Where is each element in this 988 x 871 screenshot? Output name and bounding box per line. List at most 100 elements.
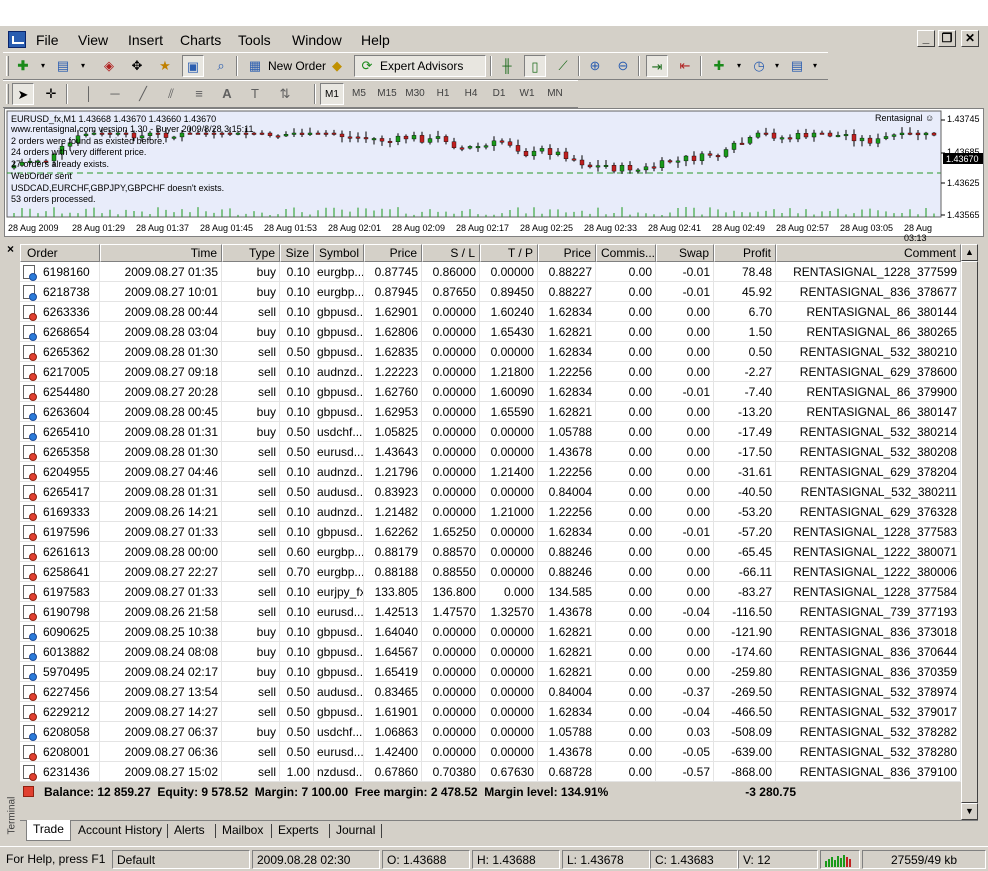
timeframe-d1[interactable]: D1 [486, 83, 512, 105]
vertical-scrollbar[interactable]: ▲ ▼ [961, 244, 978, 820]
column-header[interactable]: Swap [656, 244, 714, 262]
equidistant-channel-icon[interactable]: ⫽ [160, 83, 182, 105]
table-row[interactable]: 6265410 2009.08.28 01:31 buy 0.50 usdchf... 1… [20, 422, 961, 442]
column-header[interactable]: Comment [776, 244, 961, 262]
trendline-icon[interactable]: ╱ [132, 83, 154, 105]
column-header[interactable]: Price [538, 244, 596, 262]
column-header[interactable]: Symbol [314, 244, 364, 262]
arrows-icon[interactable]: ⇅ [274, 83, 296, 105]
restore-icon[interactable]: ❐ [938, 30, 956, 47]
tab-mailbox[interactable]: Mailbox [216, 821, 269, 841]
table-row[interactable]: 6197583 2009.08.27 01:33 sell 0.10 eurjpy_fx… [20, 582, 961, 602]
scroll-down-icon[interactable]: ▼ [961, 803, 978, 820]
tab-journal[interactable]: Journal [330, 821, 381, 841]
line-chart-icon[interactable]: ⟋ [552, 55, 574, 77]
column-header[interactable]: T / P [480, 244, 538, 262]
crosshair-icon[interactable]: ✛ [40, 83, 62, 105]
bar-chart-icon[interactable]: ╫ [496, 55, 518, 77]
profiles-icon[interactable]: ▤ [52, 55, 74, 77]
timeframe-m15[interactable]: M15 [374, 83, 400, 105]
menu-view[interactable]: View [74, 30, 112, 50]
table-row[interactable]: 6197596 2009.08.27 01:33 sell 0.10 gbpusd...… [20, 522, 961, 542]
table-row[interactable]: 6254480 2009.08.27 20:28 sell 0.10 gbpusd...… [20, 382, 961, 402]
metaeditor-icon[interactable]: ◆ [326, 55, 348, 77]
close-icon[interactable]: ✕ [961, 30, 979, 47]
minimize-icon[interactable]: _ [917, 30, 935, 47]
column-header[interactable]: Commis... [596, 244, 656, 262]
vertical-line-icon[interactable]: │ [78, 83, 100, 105]
table-row[interactable]: 6208001 2009.08.27 06:36 sell 0.50 eurusd...… [20, 742, 961, 762]
table-row[interactable]: 6263604 2009.08.28 00:45 buy 0.10 gbpusd... 1… [20, 402, 961, 422]
column-header[interactable]: Price [364, 244, 422, 262]
timeframe-mn[interactable]: MN [542, 83, 568, 105]
table-row[interactable]: 6265362 2009.08.28 01:30 sell 0.50 gbpusd...… [20, 342, 961, 362]
timeframe-h1[interactable]: H1 [430, 83, 456, 105]
indicators-icon[interactable]: ✚ [708, 55, 730, 77]
timeframe-m30[interactable]: M30 [402, 83, 428, 105]
column-header[interactable]: Time [100, 244, 222, 262]
table-row[interactable]: 6268654 2009.08.28 03:04 buy 0.10 gbpusd... 1… [20, 322, 961, 342]
column-header[interactable]: S / L [422, 244, 480, 262]
table-row[interactable]: 6090625 2009.08.25 10:38 buy 0.10 gbpusd... 1… [20, 622, 961, 642]
table-row[interactable]: 6204955 2009.08.27 04:46 sell 0.10 audnzd...… [20, 462, 961, 482]
tab-alerts[interactable]: Alerts [168, 821, 211, 841]
chart-shift-icon[interactable]: ⇤ [674, 55, 696, 77]
text-icon[interactable]: A [216, 83, 238, 105]
dropdown-arrow-icon[interactable]: ▾ [728, 55, 750, 77]
fibonacci-icon[interactable]: ≡ [188, 83, 210, 105]
column-header[interactable]: Size [280, 244, 314, 262]
terminal-close-icon[interactable]: × [7, 242, 14, 256]
table-row[interactable]: 6231436 2009.08.27 15:02 sell 1.00 nzdusd...… [20, 762, 961, 782]
tab-trade[interactable]: Trade [26, 820, 71, 841]
table-row[interactable]: 6198160 2009.08.27 01:35 buy 0.10 eurgbp... 0… [20, 262, 961, 282]
table-row[interactable]: 6190798 2009.08.26 21:58 sell 0.10 eurusd...… [20, 602, 961, 622]
app-icon[interactable] [8, 31, 26, 48]
dropdown-arrow-icon[interactable]: ▾ [72, 55, 94, 77]
table-row[interactable]: 6258641 2009.08.27 22:27 sell 0.70 eurgbp...… [20, 562, 961, 582]
market-watch-icon[interactable]: ◈ [98, 55, 120, 77]
table-row[interactable]: 5970495 2009.08.24 02:17 buy 0.10 gbpusd... 1… [20, 662, 961, 682]
zoom-out-icon[interactable]: ⊖ [612, 55, 634, 77]
menu-tools[interactable]: Tools [234, 30, 275, 50]
timeframe-w1[interactable]: W1 [514, 83, 540, 105]
tab-experts[interactable]: Experts [272, 821, 325, 841]
menu-window[interactable]: Window [288, 30, 346, 50]
table-row[interactable]: 6261613 2009.08.28 00:00 sell 0.60 eurgbp...… [20, 542, 961, 562]
horizontal-line-icon[interactable]: ─ [104, 83, 126, 105]
toolbar-grip[interactable] [6, 56, 9, 76]
new-chart-icon[interactable]: ✚ [12, 55, 34, 77]
table-row[interactable]: 6263336 2009.08.28 00:44 sell 0.10 gbpusd...… [20, 302, 961, 322]
dropdown-arrow-icon[interactable]: ▾ [804, 55, 826, 77]
terminal-toggle-icon[interactable]: ▣ [182, 55, 204, 77]
dropdown-arrow-icon[interactable]: ▾ [32, 55, 54, 77]
timeframe-m5[interactable]: M5 [346, 83, 372, 105]
timeframe-h4[interactable]: H4 [458, 83, 484, 105]
scroll-up-icon[interactable]: ▲ [961, 244, 978, 261]
strategy-tester-icon[interactable]: ⌕ [210, 55, 232, 77]
column-header[interactable]: Order [20, 244, 100, 262]
table-row[interactable]: 6013882 2009.08.24 08:08 buy 0.10 gbpusd... 1… [20, 642, 961, 662]
table-row[interactable]: 6208058 2009.08.27 06:37 buy 0.50 usdchf... 1… [20, 722, 961, 742]
scroll-thumb[interactable] [961, 261, 978, 803]
table-row[interactable]: 6229212 2009.08.27 14:27 sell 0.50 gbpusd...… [20, 702, 961, 722]
table-row[interactable]: 6218738 2009.08.27 10:01 buy 0.10 eurgbp... 0… [20, 282, 961, 302]
text-label-icon[interactable]: T [244, 83, 266, 105]
menu-charts[interactable]: Charts [176, 30, 225, 50]
menu-help[interactable]: Help [357, 30, 394, 50]
auto-scroll-icon[interactable]: ⇥ [646, 55, 668, 77]
timeframe-m1[interactable]: M1 [320, 83, 344, 105]
table-row[interactable]: 6265417 2009.08.28 01:31 sell 0.50 audusd...… [20, 482, 961, 502]
navigator-icon[interactable]: ✥ [126, 55, 148, 77]
column-header[interactable]: Profit [714, 244, 776, 262]
menu-insert[interactable]: Insert [124, 30, 167, 50]
table-row[interactable]: 6265358 2009.08.28 01:30 sell 0.50 eurusd...… [20, 442, 961, 462]
new-order-button[interactable]: New Order [268, 55, 326, 77]
table-row[interactable]: 6227456 2009.08.27 13:54 sell 0.50 audusd...… [20, 682, 961, 702]
candlestick-icon[interactable]: ▯ [524, 55, 546, 77]
table-row[interactable]: 6169333 2009.08.26 14:21 sell 0.10 audnzd...… [20, 502, 961, 522]
data-window-icon[interactable]: ★ [154, 55, 176, 77]
column-header[interactable]: Type [222, 244, 280, 262]
new-order-icon[interactable]: ▦ [244, 55, 266, 77]
cursor-icon[interactable]: ➤ [12, 83, 34, 105]
table-row[interactable]: 6217005 2009.08.27 09:18 sell 0.10 audnzd...… [20, 362, 961, 382]
